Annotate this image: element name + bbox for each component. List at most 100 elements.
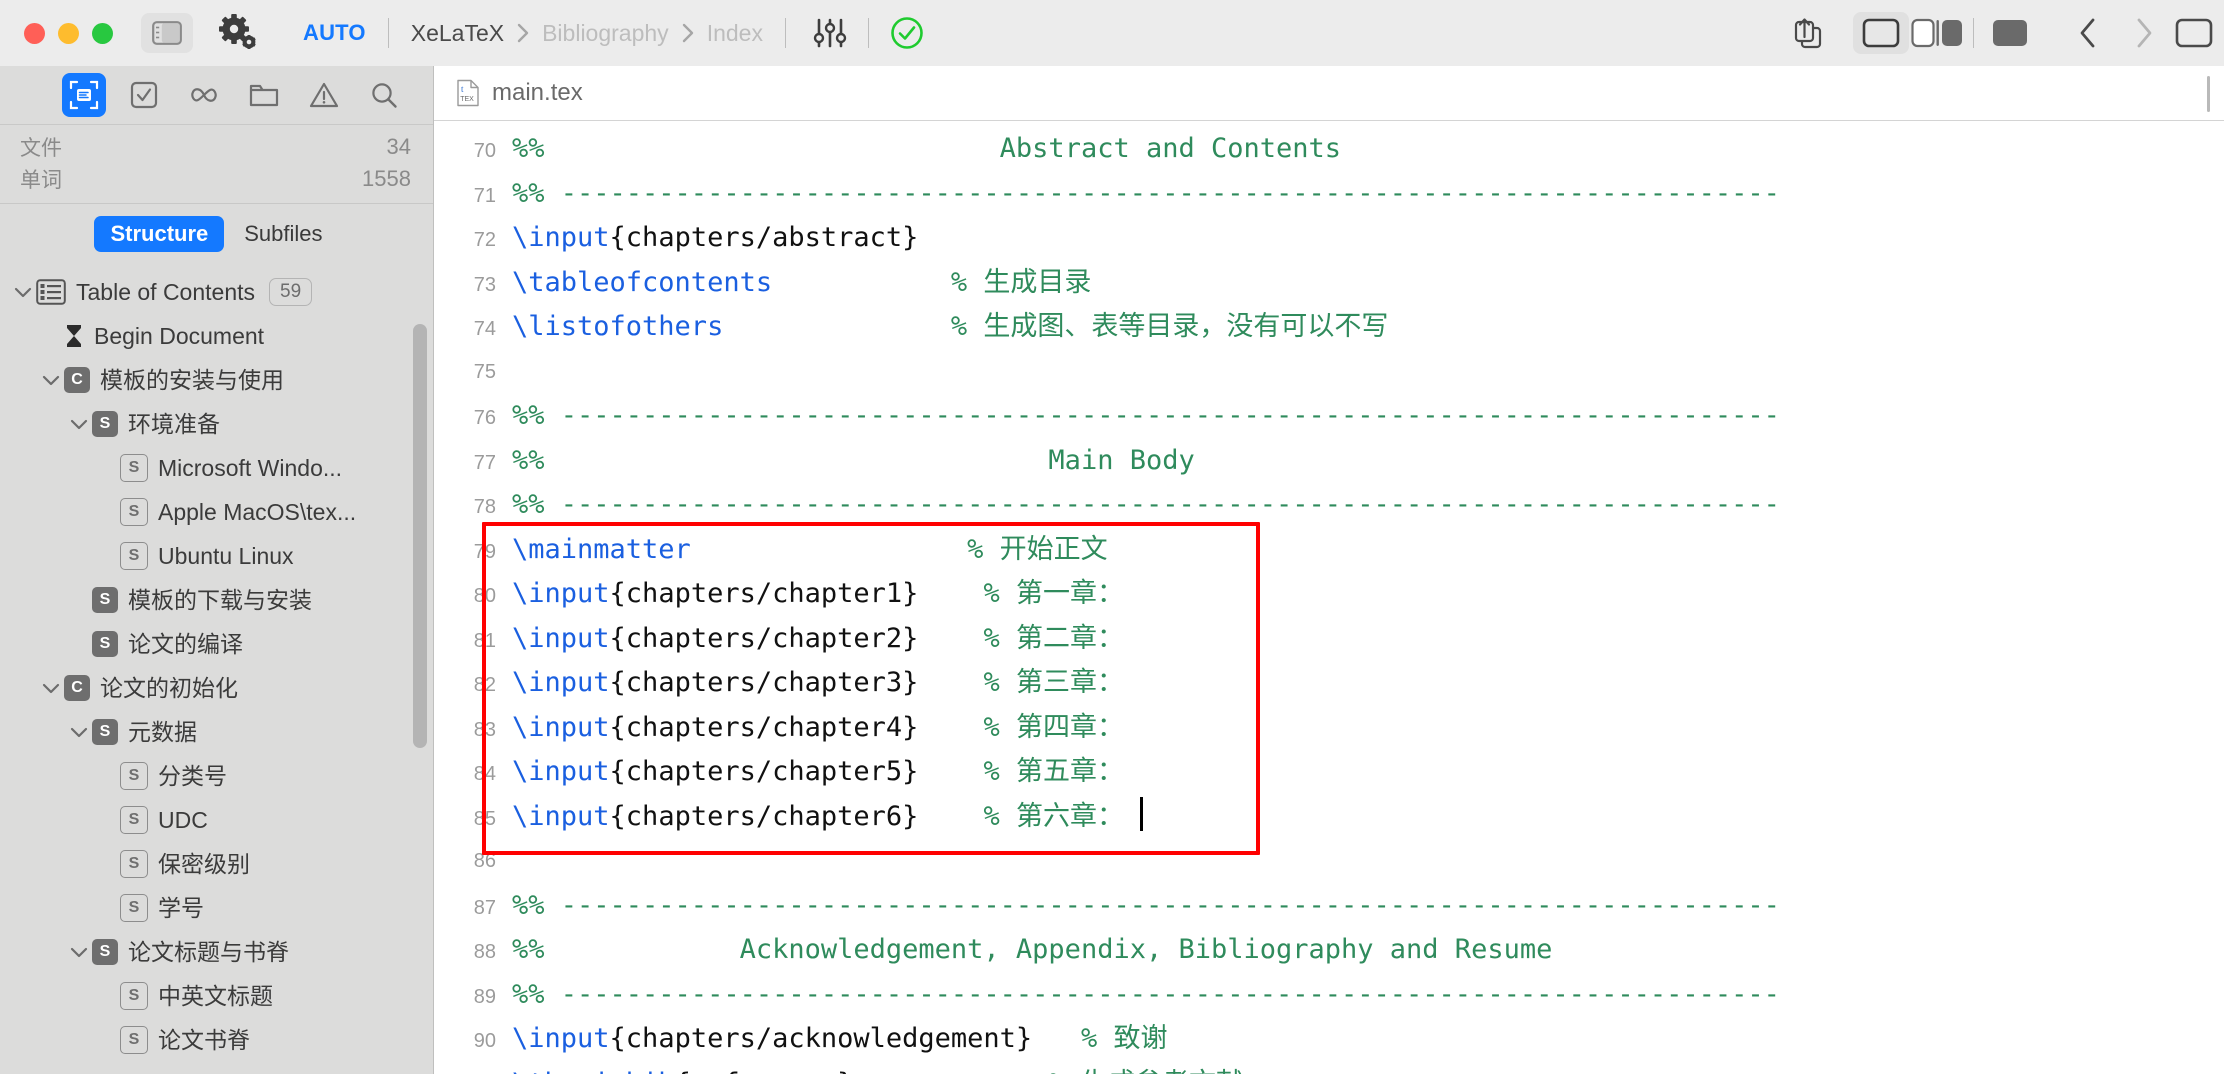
breadcrumb-item-bibliography[interactable]: Bibliography — [542, 20, 669, 47]
line-number: 88 — [434, 930, 512, 975]
warning-triangle-icon[interactable] — [302, 73, 346, 117]
code-line[interactable]: 82\input{chapters/chapter3} % 第三章： — [434, 661, 2224, 706]
structure-tree: Table of Contents59Begin DocumentC模板的安装与… — [0, 262, 433, 1074]
tree-item[interactable]: S中英文标题 — [0, 974, 433, 1018]
chevron-down-icon[interactable] — [66, 417, 92, 431]
layout-split-icon[interactable] — [1909, 12, 1965, 54]
tabbar-scrollbar[interactable] — [2207, 76, 2210, 112]
auto-compile-label[interactable]: AUTO — [303, 20, 366, 46]
tree-item[interactable]: S环境准备 — [0, 402, 433, 446]
breadcrumb-item-xelatex[interactable]: XeLaTeX — [411, 20, 504, 47]
chevron-down-icon[interactable] — [38, 681, 64, 695]
tab-subfiles[interactable]: Subfiles — [228, 216, 338, 252]
search-icon[interactable] — [362, 73, 406, 117]
code-line[interactable]: 90\input{chapters/acknowledgement} % 致谢 — [434, 1017, 2224, 1062]
check-circle-icon[interactable] — [885, 11, 929, 55]
chevron-right-icon — [516, 22, 530, 44]
tree-item[interactable]: S保密级别 — [0, 842, 433, 886]
tree-item[interactable]: C模板的安装与使用 — [0, 358, 433, 402]
code-line[interactable]: 86 — [434, 839, 2224, 884]
tree-item[interactable]: SUbuntu Linux — [0, 534, 433, 578]
code-line[interactable]: 76%% -----------------------------------… — [434, 394, 2224, 439]
table-of-contents-icon — [36, 279, 66, 305]
code-line-text: %% Acknowledgement, Appendix, Bibliograp… — [512, 928, 1552, 973]
code-editor[interactable]: 70%% Abstract and Contents71%% ---------… — [434, 121, 2224, 1074]
code-line[interactable]: 70%% Abstract and Contents — [434, 127, 2224, 172]
code-line-text: \thesisbib{reference} % 生成参考文献 — [512, 1062, 1243, 1074]
tree-item[interactable]: S模板的下载与安装 — [0, 578, 433, 622]
svg-text:TEX: TEX — [460, 96, 474, 103]
tree-item[interactable]: S分类号 — [0, 754, 433, 798]
window-titlebar: AUTO XeLaTeX Bibliography Index — [0, 0, 2224, 66]
tab-structure[interactable]: Structure — [94, 216, 224, 252]
line-number: 78 — [434, 485, 512, 530]
layout-preview-only-icon[interactable] — [1982, 12, 2038, 54]
chevron-down-icon[interactable] — [10, 285, 36, 299]
tree-item[interactable]: C论文的初始化 — [0, 666, 433, 710]
editor-tab-label: main.tex — [492, 79, 583, 107]
tree-node-type-badge: S — [120, 542, 148, 570]
code-line[interactable]: 73\tableofcontents % 生成目录 — [434, 261, 2224, 306]
sidebar-stats: 文件 34 单词 1558 — [0, 125, 433, 204]
code-line[interactable]: 87%% -----------------------------------… — [434, 884, 2224, 929]
tree-item[interactable]: SApple MacOS\tex... — [0, 490, 433, 534]
tree-node-type-badge: C — [64, 367, 90, 393]
code-line[interactable]: 77%% Main Body — [434, 439, 2224, 484]
folder-icon[interactable] — [242, 73, 286, 117]
line-number: 85 — [434, 797, 512, 842]
chevron-right-icon[interactable] — [2116, 12, 2172, 54]
share-icon[interactable] — [1781, 12, 1837, 54]
code-line[interactable]: 72\input{chapters/abstract} — [434, 216, 2224, 261]
code-line[interactable]: 75 — [434, 350, 2224, 395]
tree-item[interactable]: Begin Document — [0, 314, 433, 358]
code-line[interactable]: 74\listofothers % 生成图、表等目录，没有可以不写 — [434, 305, 2224, 350]
editor-tab-main-tex[interactable]: t TEX main.tex — [434, 79, 583, 107]
code-line[interactable]: 83\input{chapters/chapter4} % 第四章： — [434, 706, 2224, 751]
close-window-button[interactable] — [24, 23, 45, 44]
tree-item[interactable]: S学号 — [0, 886, 433, 930]
line-number: 75 — [434, 350, 512, 395]
sliders-icon[interactable] — [808, 11, 852, 55]
titlebar-divider-3 — [868, 18, 869, 48]
layout-editor-only-icon[interactable] — [1853, 12, 1909, 54]
stat-words: 单词 1558 — [0, 163, 433, 195]
tree-item-label: 论文标题与书脊 — [128, 941, 289, 964]
tree-node-type-badge: S — [92, 939, 118, 965]
structure-icon[interactable] — [62, 73, 106, 117]
code-line[interactable]: 84\input{chapters/chapter5} % 第五章： — [434, 750, 2224, 795]
code-line[interactable]: 89%% -----------------------------------… — [434, 973, 2224, 1018]
chevron-down-icon[interactable] — [66, 725, 92, 739]
chevron-left-icon[interactable] — [2060, 12, 2116, 54]
code-line[interactable]: 85\input{chapters/chapter6} % 第六章： — [434, 795, 2224, 840]
code-line[interactable]: 91\thesisbib{reference} % 生成参考文献 — [434, 1062, 2224, 1074]
code-line[interactable]: 88%% Acknowledgement, Appendix, Bibliogr… — [434, 928, 2224, 973]
line-number: 79 — [434, 530, 512, 575]
tree-item[interactable]: S 论文标题与书脊 — [0, 930, 433, 974]
tree-item[interactable]: S论文书脊 — [0, 1018, 433, 1062]
chevron-down-icon[interactable] — [66, 945, 92, 959]
code-line[interactable]: 80\input{chapters/chapter1} % 第一章： — [434, 572, 2224, 617]
infinity-icon[interactable] — [182, 73, 226, 117]
tree-item[interactable]: S论文的编译 — [0, 622, 433, 666]
minimize-window-button[interactable] — [58, 23, 79, 44]
sidebar-scrollbar[interactable] — [413, 324, 427, 748]
tree-node-type-badge: S — [120, 850, 148, 878]
inspector-panel-icon[interactable] — [2172, 12, 2216, 54]
tree-item[interactable]: SUDC — [0, 798, 433, 842]
tree-node-type-badge: S — [92, 411, 118, 437]
code-line[interactable]: 81\input{chapters/chapter2} % 第二章： — [434, 617, 2224, 662]
tree-item[interactable]: Table of Contents59 — [0, 270, 433, 314]
todo-check-icon[interactable] — [122, 73, 166, 117]
maximize-window-button[interactable] — [92, 23, 113, 44]
code-line[interactable]: 71%% -----------------------------------… — [434, 172, 2224, 217]
tree-item[interactable]: SMicrosoft Windo... — [0, 446, 433, 490]
code-line-text: \input{chapters/chapter5} % 第五章： — [512, 750, 1124, 795]
code-line[interactable]: 79\mainmatter % 开始正文 — [434, 528, 2224, 573]
chevron-down-icon[interactable] — [38, 373, 64, 387]
tree-item[interactable]: S元数据 — [0, 710, 433, 754]
breadcrumb-item-index[interactable]: Index — [707, 20, 763, 47]
gear-icon[interactable] — [215, 11, 263, 55]
sidebar-toggle-icon[interactable] — [141, 13, 193, 53]
line-number: 82 — [434, 663, 512, 708]
code-line[interactable]: 78%% -----------------------------------… — [434, 483, 2224, 528]
